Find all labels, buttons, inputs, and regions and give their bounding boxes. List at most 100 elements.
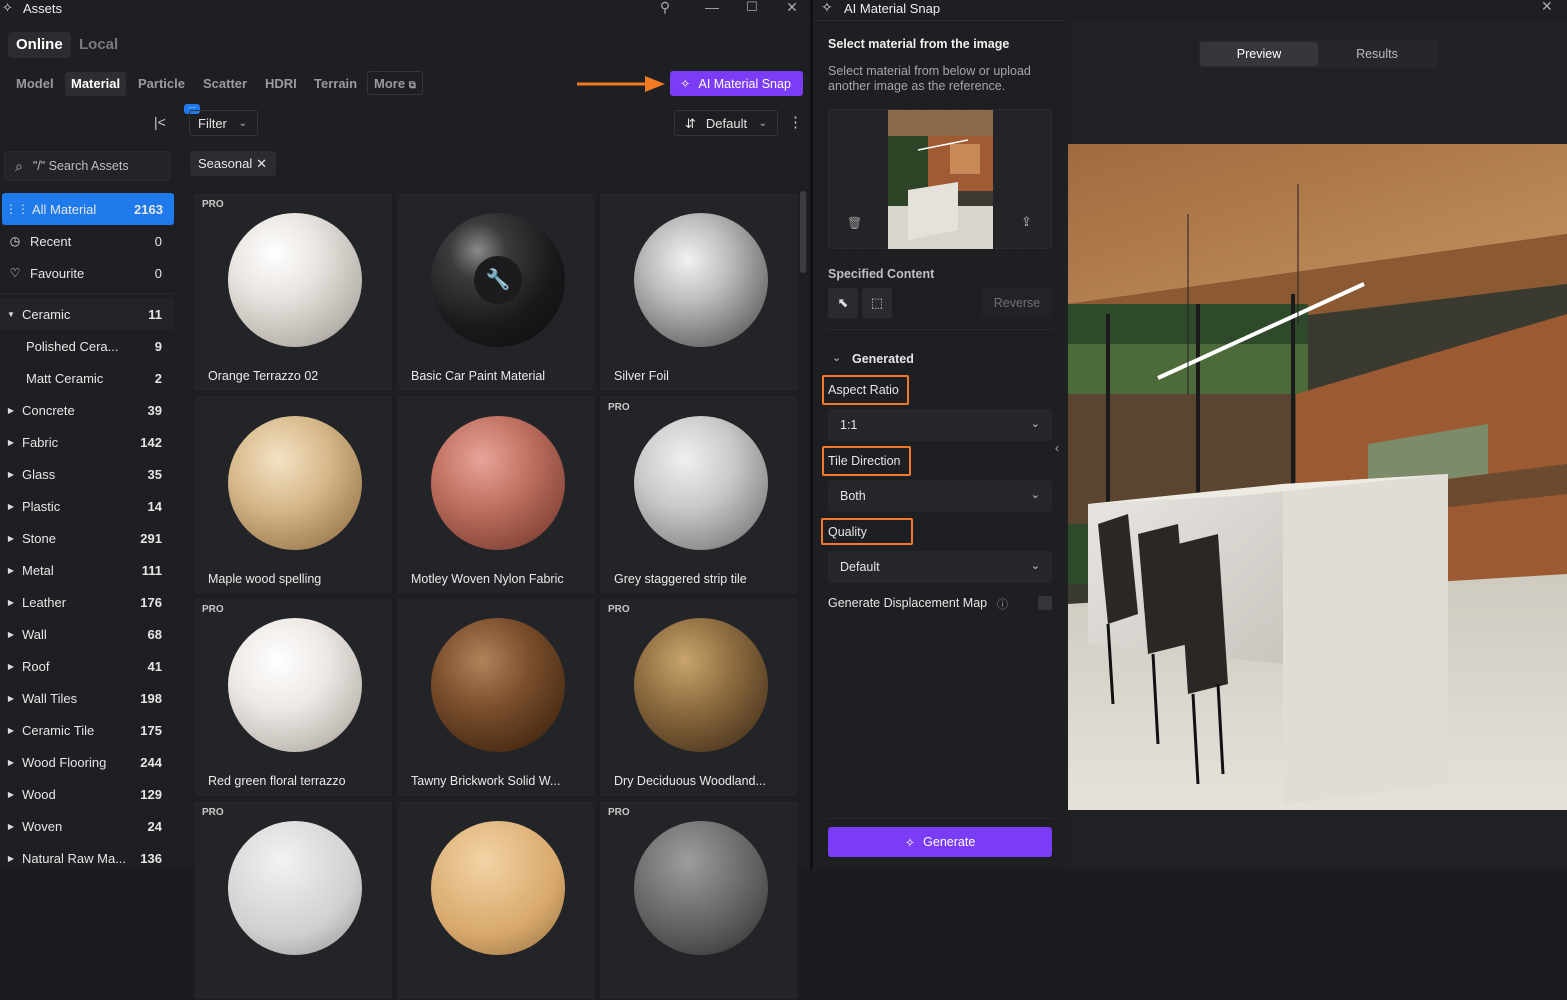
caret-right-icon[interactable]: ▶ bbox=[0, 758, 22, 767]
more-options-icon[interactable]: ⋮ bbox=[788, 113, 803, 131]
material-card-red-green-floral-terrazzo[interactable]: PRO Red green floral terrazzo bbox=[193, 597, 393, 797]
tab-preview[interactable]: Preview bbox=[1200, 42, 1318, 66]
material-name: Silver Foil bbox=[614, 369, 669, 383]
reference-image-box[interactable]: 🗑 ⇪ bbox=[828, 109, 1052, 249]
material-name: Dry Deciduous Woodland... bbox=[614, 774, 766, 788]
minimize-icon[interactable]: — bbox=[703, 0, 721, 16]
tab-more[interactable]: More ⧉ bbox=[367, 71, 423, 95]
sidebar-item-wall-tiles[interactable]: ▶ Wall Tiles 198 bbox=[0, 682, 174, 714]
box-select-button[interactable]: ⬚ bbox=[862, 288, 892, 318]
material-card-orange-terrazzo-02[interactable]: PRO Orange Terrazzo 02 bbox=[193, 192, 393, 392]
sidebar-item-label: Metal bbox=[22, 562, 54, 578]
sidebar-separator bbox=[0, 293, 174, 294]
sidebar-item-woven[interactable]: ▶ Woven 24 bbox=[0, 810, 174, 842]
quality-select[interactable]: Default ⌄ bbox=[828, 551, 1052, 583]
material-thumbnail bbox=[228, 618, 362, 752]
material-name: Maple wood spelling bbox=[208, 572, 322, 586]
tab-local[interactable]: Local bbox=[71, 32, 126, 58]
aspect-ratio-select[interactable]: 1:1 ⌄ bbox=[828, 409, 1052, 441]
sidebar-item-natural-raw-ma[interactable]: ▶ Natural Raw Ma... 136 bbox=[0, 842, 174, 874]
close-icon[interactable]: ✕ bbox=[783, 0, 801, 16]
sidebar-item-concrete[interactable]: ▶ Concrete 39 bbox=[0, 394, 174, 426]
sidebar-item-count: 244 bbox=[140, 754, 162, 770]
remove-chip-icon[interactable]: ✕ bbox=[256, 151, 267, 176]
sidebar-item-wood[interactable]: ▶ Wood 129 bbox=[0, 778, 174, 810]
material-card-material-11[interactable] bbox=[396, 800, 596, 1000]
chevron-down-icon[interactable]: ⌄ bbox=[832, 351, 841, 364]
caret-right-icon[interactable]: ▶ bbox=[0, 822, 22, 831]
sidebar-item-ceramic[interactable]: ▼ Ceramic 11 bbox=[0, 298, 174, 330]
sidebar-item-wood-flooring[interactable]: ▶ Wood Flooring 244 bbox=[0, 746, 174, 778]
material-card-silver-foil[interactable]: Silver Foil bbox=[599, 192, 799, 392]
caret-down-icon[interactable]: ▼ bbox=[0, 310, 22, 319]
caret-right-icon[interactable]: ▶ bbox=[0, 534, 22, 543]
generate-label: Generate bbox=[923, 835, 976, 849]
caret-right-icon[interactable]: ▶ bbox=[0, 502, 22, 511]
tab-hdri[interactable]: HDRI bbox=[259, 72, 303, 96]
caret-right-icon[interactable]: ▶ bbox=[0, 630, 22, 639]
caret-right-icon[interactable]: ▶ bbox=[0, 470, 22, 479]
upload-icon[interactable]: ⇪ bbox=[1021, 214, 1032, 230]
tab-particle[interactable]: Particle bbox=[132, 72, 191, 96]
caret-right-icon[interactable]: ▶ bbox=[0, 438, 22, 447]
ai-material-snap-button[interactable]: ✧ AI Material Snap bbox=[670, 71, 803, 96]
tab-scatter[interactable]: Scatter bbox=[197, 72, 253, 96]
sidebar-item-roof[interactable]: ▶ Roof 41 bbox=[0, 650, 174, 682]
material-card-basic-car-paint-material[interactable]: 🔧 Basic Car Paint Material bbox=[396, 192, 596, 392]
reverse-button[interactable]: Reverse bbox=[982, 288, 1052, 318]
sidebar-item-all-material[interactable]: ⋮⋮ All Material 2163 bbox=[2, 193, 174, 225]
grid-scrollbar[interactable] bbox=[800, 191, 806, 273]
filter-button[interactable]: Filter ⌄ bbox=[189, 110, 258, 136]
info-icon[interactable]: ⓘ bbox=[997, 596, 1008, 612]
sidebar-item-label: Roof bbox=[22, 658, 50, 674]
maximize-icon[interactable]: ☐ bbox=[743, 0, 761, 16]
displacement-checkbox[interactable] bbox=[1038, 596, 1052, 610]
pin-icon[interactable]: ⚲ bbox=[656, 0, 674, 16]
tab-terrain[interactable]: Terrain bbox=[308, 72, 363, 96]
caret-right-icon[interactable]: ▶ bbox=[0, 566, 22, 575]
sidebar-item-favourite[interactable]: ♡ Favourite 0 bbox=[0, 257, 174, 289]
caret-right-icon[interactable]: ▶ bbox=[0, 662, 22, 671]
caret-right-icon[interactable]: ▶ bbox=[0, 598, 22, 607]
sort-select[interactable]: ⇵ Default ⌄ bbox=[674, 110, 778, 136]
caret-right-icon[interactable]: ▶ bbox=[0, 854, 22, 863]
sidebar-item-wall[interactable]: ▶ Wall 68 bbox=[0, 618, 174, 650]
sidebar-item-matt-ceramic[interactable]: Matt Ceramic 2 bbox=[0, 362, 174, 394]
close-icon[interactable]: ✕ bbox=[1541, 0, 1553, 15]
sparkle-icon: ✧ bbox=[680, 77, 691, 91]
tab-model[interactable]: Model bbox=[10, 72, 60, 96]
tab-results[interactable]: Results bbox=[1318, 42, 1436, 66]
sidebar-item-metal[interactable]: ▶ Metal 111 bbox=[0, 554, 174, 586]
collapse-panel-icon[interactable]: ‹ bbox=[1055, 441, 1059, 455]
tile-direction-select[interactable]: Both ⌄ bbox=[828, 480, 1052, 512]
caret-right-icon[interactable]: ▶ bbox=[0, 790, 22, 799]
caret-right-icon[interactable]: ▶ bbox=[0, 406, 22, 415]
material-card-tawny-brickwork-solid-w[interactable]: Tawny Brickwork Solid W... bbox=[396, 597, 596, 797]
sidebar-item-glass[interactable]: ▶ Glass 35 bbox=[0, 458, 174, 490]
tab-online[interactable]: Online bbox=[8, 32, 71, 58]
sidebar-item-count: 68 bbox=[147, 626, 162, 642]
tab-material[interactable]: Material bbox=[65, 72, 127, 96]
caret-right-icon[interactable]: ▶ bbox=[0, 694, 22, 703]
material-card-maple-wood-spelling[interactable]: Maple wood spelling bbox=[193, 395, 393, 595]
sidebar-item-polished-cera[interactable]: Polished Cera... 9 bbox=[0, 330, 174, 362]
pointer-select-button[interactable]: ⬉ bbox=[828, 288, 858, 318]
material-card-dry-deciduous-woodland[interactable]: PRO Dry Deciduous Woodland... bbox=[599, 597, 799, 797]
collapse-sidebar-icon[interactable]: |< bbox=[154, 114, 166, 130]
sidebar-item-leather[interactable]: ▶ Leather 176 bbox=[0, 586, 174, 618]
material-card-material-12[interactable]: PRO bbox=[599, 800, 799, 1000]
material-card-grey-staggered-strip-tile[interactable]: PRO Grey staggered strip tile bbox=[599, 395, 799, 595]
material-card-material-10[interactable]: PRO bbox=[193, 800, 393, 1000]
sidebar-item-stone[interactable]: ▶ Stone 291 bbox=[0, 522, 174, 554]
chevron-down-icon: ⌄ bbox=[1030, 489, 1040, 501]
sidebar-item-recent[interactable]: ◷ Recent 0 bbox=[0, 225, 174, 257]
sidebar-item-ceramic-tile[interactable]: ▶ Ceramic Tile 175 bbox=[0, 714, 174, 746]
generated-section-title[interactable]: Generated bbox=[852, 352, 914, 366]
caret-right-icon[interactable]: ▶ bbox=[0, 726, 22, 735]
sidebar-item-plastic[interactable]: ▶ Plastic 14 bbox=[0, 490, 174, 522]
search-input[interactable]: ⌕ "/" Search Assets bbox=[4, 151, 170, 181]
sidebar-item-fabric[interactable]: ▶ Fabric 142 bbox=[0, 426, 174, 458]
material-card-motley-woven-nylon-fabric[interactable]: Motley Woven Nylon Fabric bbox=[396, 395, 596, 595]
generate-button[interactable]: ✧ Generate bbox=[828, 827, 1052, 857]
delete-icon[interactable]: 🗑 bbox=[847, 216, 862, 230]
